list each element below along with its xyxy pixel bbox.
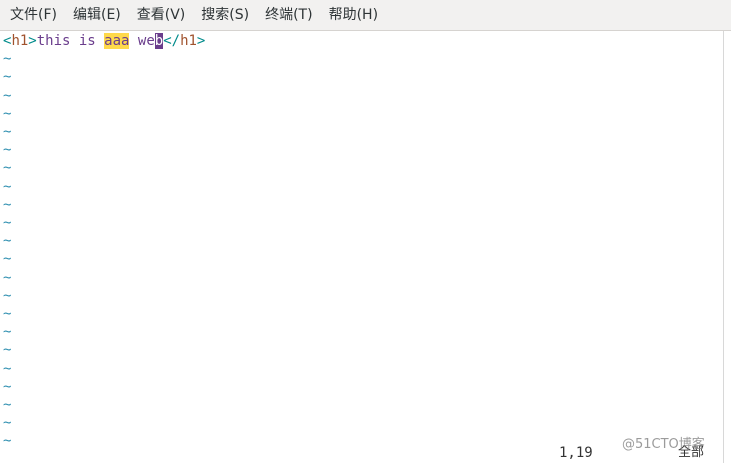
empty-line-tilde: ~ [3,105,12,122]
empty-line-tilde: ~ [3,178,12,195]
tag-open-close-bracket: > [28,33,37,49]
empty-line-tilde: ~ [3,160,12,177]
empty-line-tilde: ~ [3,269,12,286]
empty-line-tilde: ~ [3,324,12,341]
cursor-position-status: 1,19 [559,445,593,461]
empty-line-tilde: ~ [3,433,12,450]
tag-close-bracket: </ [163,33,181,49]
menu-terminal[interactable]: 终端(T) [257,0,320,31]
tag-close-end-bracket: > [196,33,206,49]
empty-line-tilde: ~ [3,415,12,432]
menu-file[interactable]: 文件(F) [2,0,65,31]
empty-line-tilde: ~ [3,196,12,213]
empty-line-tilde: ~ [3,397,12,413]
tag-close-name: h1 [180,33,197,49]
empty-line-tilde: ~ [3,287,12,304]
empty-line-tilde: ~ [3,251,12,268]
search-match-highlight: aaa [104,33,130,49]
empty-line-tilde: ~ [3,360,12,377]
empty-line-tilde: ~ [3,306,12,322]
tag-open-name: h1 [11,33,29,49]
empty-line-tilde: ~ [3,233,12,250]
terminal-editor-area[interactable]: <h1>this is aaa web</h1> ~ ~ ~ ~ ~ ~ ~ ~ ~ ~ ~ ~ ~ ~ ~… [0,31,723,463]
text-cursor: b [154,33,164,49]
menu-help[interactable]: 帮助(H) [321,0,386,31]
empty-line-tilde: ~ [3,51,12,68]
empty-line-tilde: ~ [3,378,12,395]
empty-line-tilde: ~ [3,142,12,159]
empty-line-tilde: ~ [3,87,12,104]
watermark-text: @51CTO博客 [622,437,705,452]
text-before-match: this is [36,33,105,49]
empty-line-tilde: ~ [3,124,12,140]
menu-view[interactable]: 查看(V) [129,0,194,31]
vertical-scrollbar[interactable] [723,31,731,463]
menu-bar: 文件(F) 编辑(E) 查看(V) 搜索(S) 终端(T) 帮助(H) [0,0,731,31]
editor-line-1: <h1>this is aaa web</h1> [3,32,205,50]
menu-edit[interactable]: 编辑(E) [65,0,129,31]
empty-line-tilde: ~ [3,69,12,86]
empty-line-tilde: ~ [3,342,12,359]
text-after-match: we [129,33,155,49]
menu-search[interactable]: 搜索(S) [193,0,257,31]
empty-line-tilde: ~ [3,215,12,231]
